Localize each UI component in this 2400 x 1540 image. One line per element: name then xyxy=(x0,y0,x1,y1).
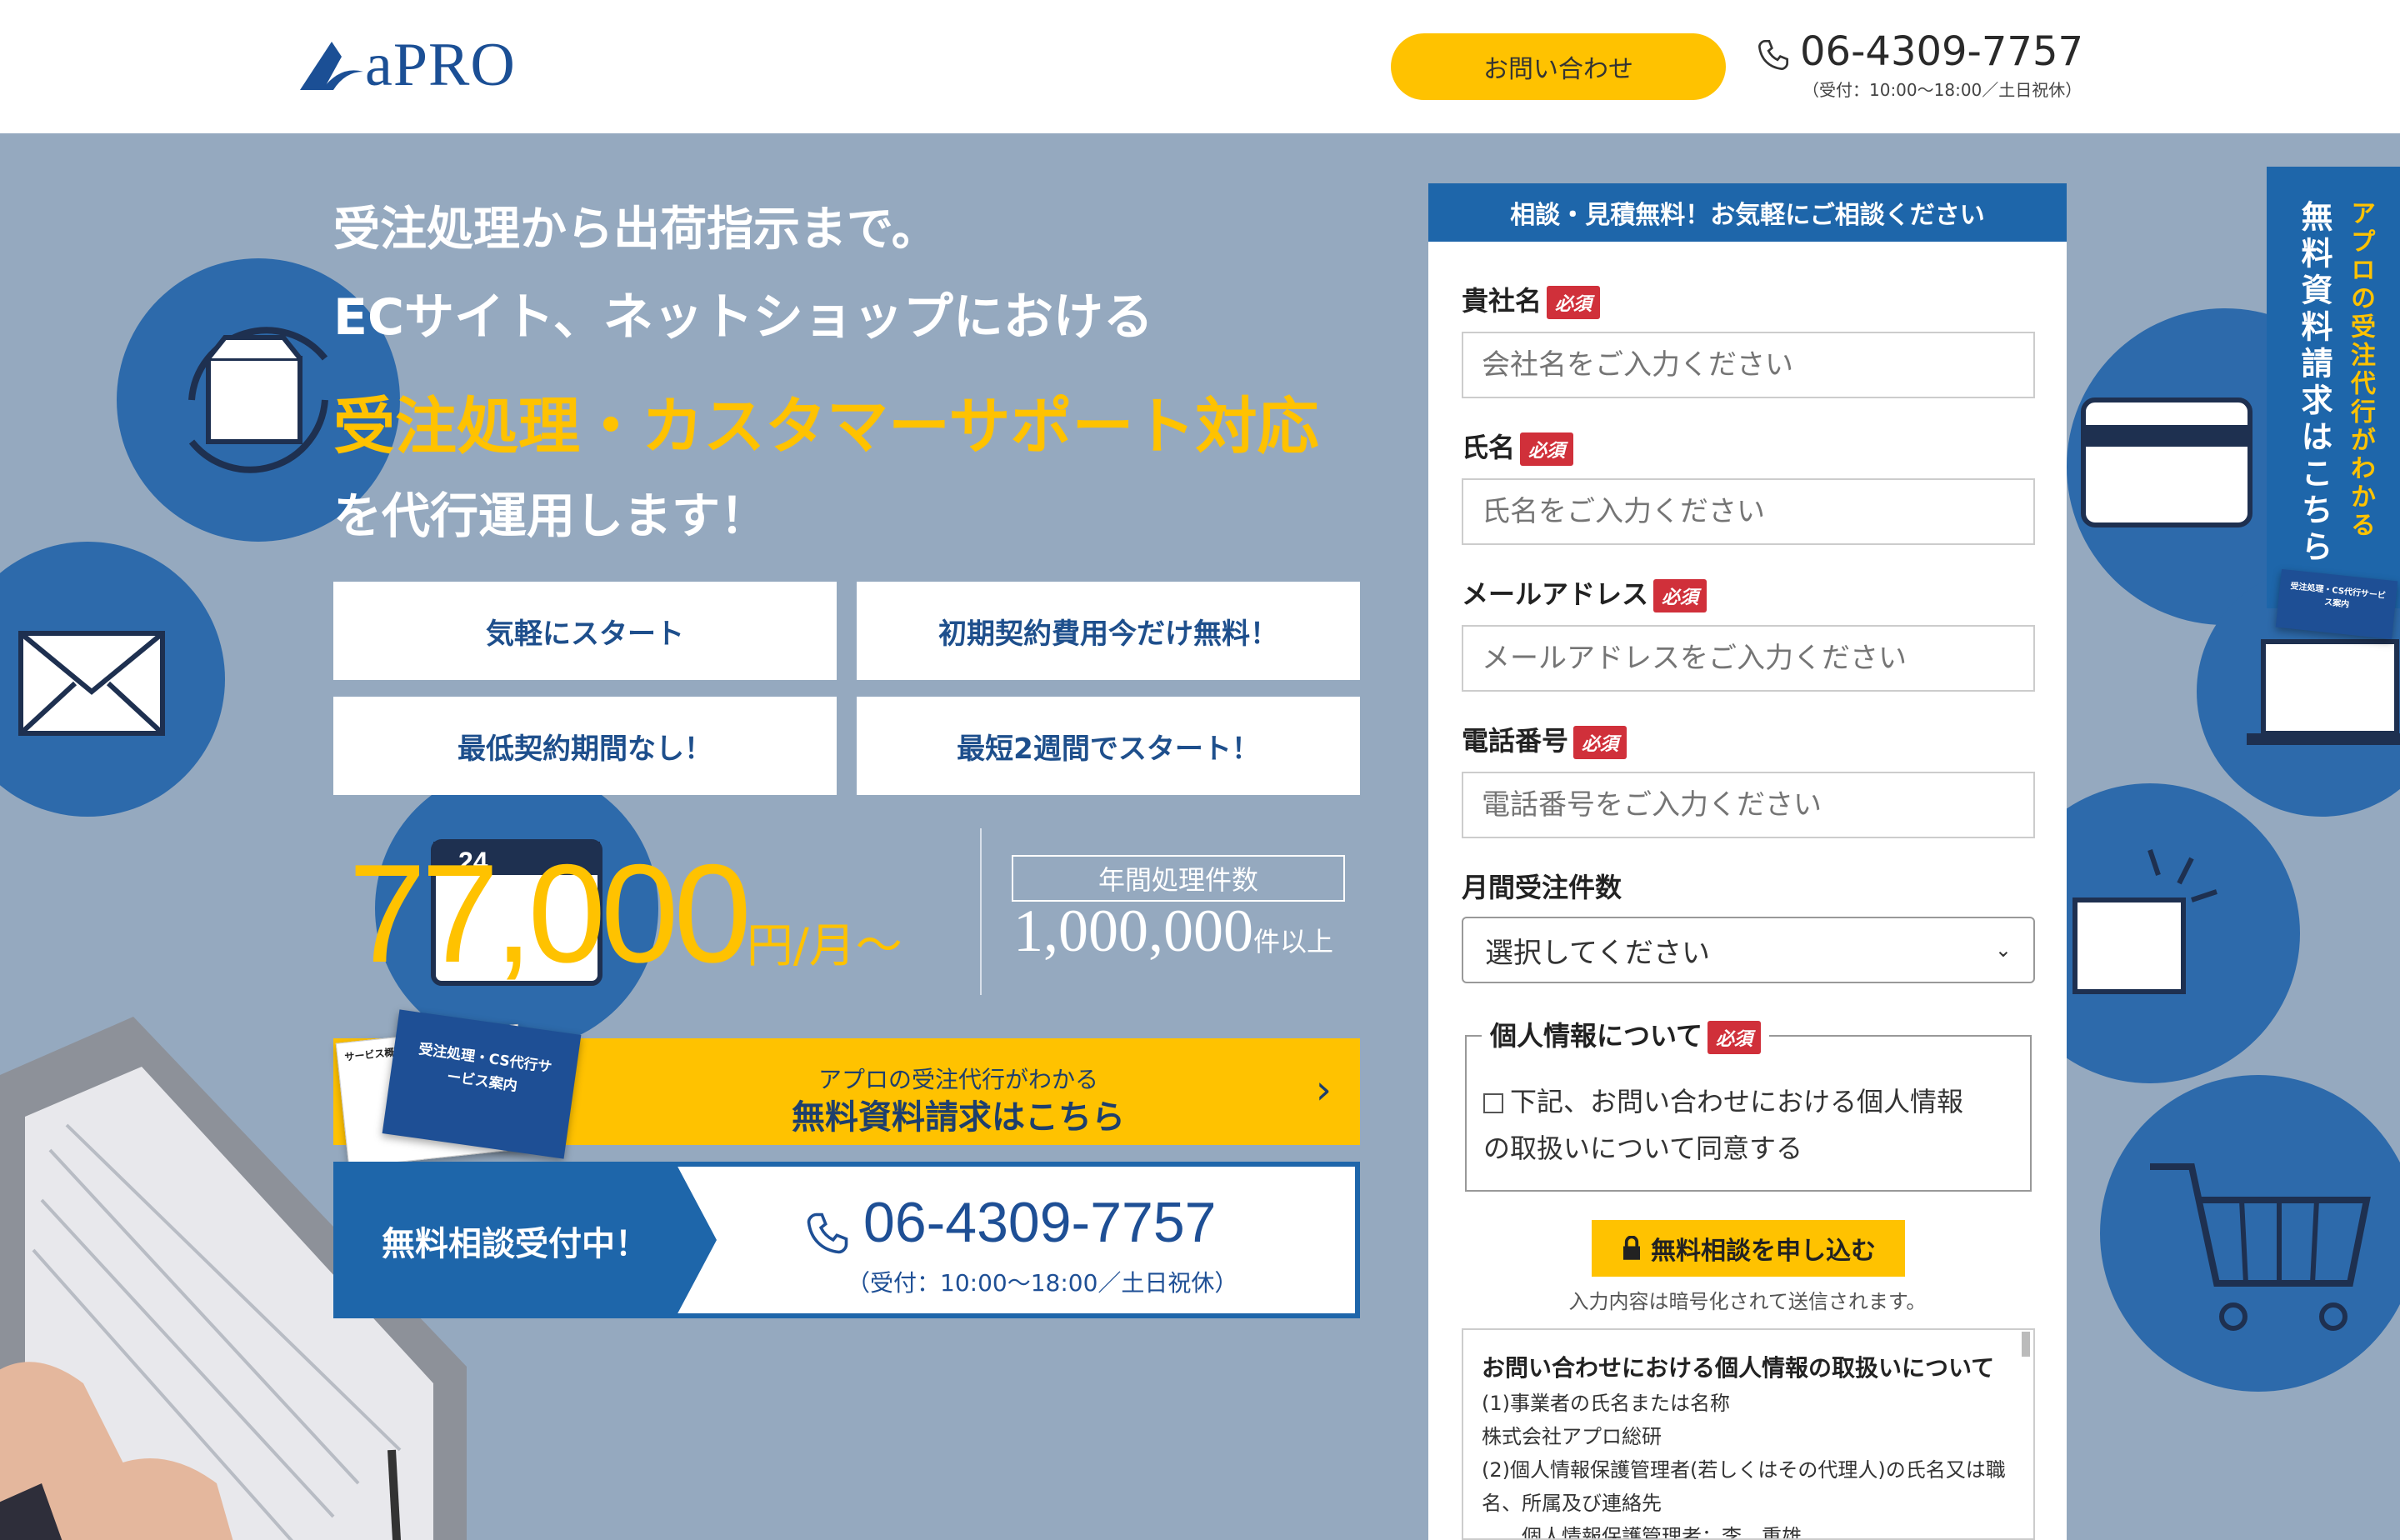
name-label: 氏名 必須 xyxy=(1462,427,1574,466)
side-document-request-tab[interactable]: アプロの受注代行がわかる 無料資料請求はこちら xyxy=(2267,167,2400,608)
privacy-fieldset: 個人情報について 必須 下記、お問い合わせにおける個人情報 の取扱いについて同意す… xyxy=(1465,1015,2032,1192)
privacy-consent[interactable]: 下記、お問い合わせにおける個人情報 の取扱いについて同意する xyxy=(1483,1078,1963,1172)
consult-label: 無料相談受付中！ xyxy=(382,1225,648,1263)
shopping-cart-icon xyxy=(2150,1163,2371,1331)
hero-section: 24 受注処理から出荷指示まで。 ECサイト、ネットショップにおける 受注処理・… xyxy=(0,133,2400,1540)
hero-line-1: 受注処理から出荷指示まで。 xyxy=(333,202,938,257)
required-badge: 必須 xyxy=(1547,286,1601,319)
hero-line-4: を代行運用します！ xyxy=(333,488,769,544)
apro-logo[interactable]: aPRO xyxy=(298,31,573,99)
header-phone[interactable]: 06-4309-7757 （受付：10:00〜18:00／土日祝休） xyxy=(1757,28,2090,103)
company-input[interactable] xyxy=(1462,332,2035,398)
policy-line: 個人情報保護管理者：李 重雄 xyxy=(1482,1525,1802,1540)
phone-label: 電話番号 必須 xyxy=(1462,720,1628,759)
feature-two-weeks: 最短2週間でスタート！ xyxy=(857,697,1360,795)
price-value: 77,000 xyxy=(348,835,752,992)
consult-hours: （受付：10:00〜18:00／土日祝休） xyxy=(847,1269,1238,1297)
policy-line: (1)事業者の氏名または名称 xyxy=(1482,1392,1730,1415)
policy-line: (2)個人情報保護管理者(若しくはその代理人)の氏名又は職名、所属及び連絡先 xyxy=(1482,1458,2006,1515)
logo-mark-icon xyxy=(300,42,363,90)
policy-line: 株式会社アプロ総研 xyxy=(1482,1425,1662,1448)
monthly-orders-value: 選択してください xyxy=(1485,936,1710,970)
phone-icon xyxy=(1758,40,1788,71)
privacy-legend: 個人情報について 必須 xyxy=(1482,1015,1770,1054)
policy-title: お問い合わせにおける個人情報の取扱いについて xyxy=(1482,1354,1995,1382)
side-brochure: 受注処理・CS代行サービス案内 xyxy=(2275,568,2398,640)
document-request-label: 無料資料請求はこちら xyxy=(792,1098,1125,1137)
encryption-note: 入力内容は暗号化されて送信されます。 xyxy=(1568,1290,1927,1313)
name-input[interactable] xyxy=(1462,478,2035,545)
hero-line-3: 受注処理・カスタマーサポート対応 xyxy=(333,391,1319,462)
privacy-checkbox[interactable] xyxy=(1483,1093,1503,1113)
privacy-consent-line1: 下記、お問い合わせにおける個人情報 xyxy=(1510,1086,1964,1118)
contact-button[interactable]: お問い合わせ xyxy=(1391,33,1726,100)
logo-text: aPRO xyxy=(365,31,516,99)
required-badge: 必須 xyxy=(1520,432,1574,466)
annual-count-unit: 件以上 xyxy=(1253,926,1334,958)
chevron-right-icon: › xyxy=(1315,1067,1332,1113)
feature-free-initial: 初期契約費用今だけ無料！ xyxy=(857,582,1360,680)
side-tab-main: 無料資料請求はこちら xyxy=(2296,200,2332,567)
policy-body: (1)事業者の氏名または名称 株式会社アプロ総研 (2)個人情報保護管理者(若し… xyxy=(1482,1387,2015,1540)
mail-deco xyxy=(0,542,225,817)
required-badge: 必須 xyxy=(1708,1021,1762,1054)
consult-phone-box[interactable]: 無料相談受付中！ 06-4309-7757 （受付：10:00〜18:00／土日… xyxy=(333,1162,1360,1318)
company-label: 貴社名 必須 xyxy=(1462,280,1601,319)
form-header: 相談・見積無料！お気軽にご相談ください xyxy=(1428,183,2067,242)
price-unit: 円/月〜 xyxy=(746,919,902,973)
side-tab-sub: アプロの受注代行がわかる xyxy=(2346,200,2375,540)
submit-label: 無料相談を申し込む xyxy=(1651,1237,1876,1266)
cart-deco xyxy=(2100,1075,2400,1392)
header-phone-number: 06-4309-7757 xyxy=(1800,28,2084,75)
feature-easy-start: 気軽にスタート xyxy=(333,582,837,680)
annual-count: 1,000,000件以上 xyxy=(1013,897,1333,966)
phone-input[interactable] xyxy=(1462,772,2035,838)
required-badge: 必須 xyxy=(1573,726,1628,759)
header-hours: （受付：10:00〜18:00／土日祝休） xyxy=(1802,80,2082,100)
monthly-orders-select[interactable]: 選択してください ⌄ xyxy=(1462,917,2035,983)
monthly-orders-label: 月間受注件数 xyxy=(1462,872,1622,903)
phone-icon xyxy=(807,1212,848,1254)
consult-form: 相談・見積無料！お気軽にご相談ください 貴社名必須 氏名必須 メールアドレス必須… xyxy=(1428,183,2067,1540)
lock-icon xyxy=(1623,1236,1640,1260)
chevron-down-icon: ⌄ xyxy=(1994,938,2012,962)
price-divider xyxy=(980,828,982,995)
monthly-price: 77,000円/月〜 xyxy=(348,833,902,994)
feature-no-minimum: 最低契約期間なし！ xyxy=(333,697,837,795)
annual-count-label: 年間処理件数 xyxy=(1012,855,1345,902)
consult-label-block: 無料相談受付中！ xyxy=(333,1162,717,1318)
privacy-policy-box[interactable]: お問い合わせにおける個人情報の取扱いについて (1)事業者の氏名または名称 株式… xyxy=(1462,1328,2035,1540)
email-label: メールアドレス 必須 xyxy=(1462,573,1708,612)
annual-count-value: 1,000,000 xyxy=(1013,898,1253,964)
required-badge: 必須 xyxy=(1653,579,1708,612)
brochure-front: 受注処理・CS代行サービス案内 xyxy=(382,1009,582,1159)
site-header: aPRO お問い合わせ 06-4309-7757 （受付：10:00〜18:00… xyxy=(0,0,2400,133)
mail-icon xyxy=(18,631,165,736)
consult-phone-number: 06-4309-7757 xyxy=(863,1191,1217,1254)
policy-scrollbar[interactable] xyxy=(2022,1332,2030,1357)
submit-button[interactable]: 無料相談を申し込む xyxy=(1592,1220,1905,1277)
email-input[interactable] xyxy=(1462,625,2035,692)
privacy-consent-line2: の取扱いについて同意する xyxy=(1483,1132,1803,1164)
hero-line-2: ECサイト、ネットショップにおける xyxy=(333,288,1153,347)
